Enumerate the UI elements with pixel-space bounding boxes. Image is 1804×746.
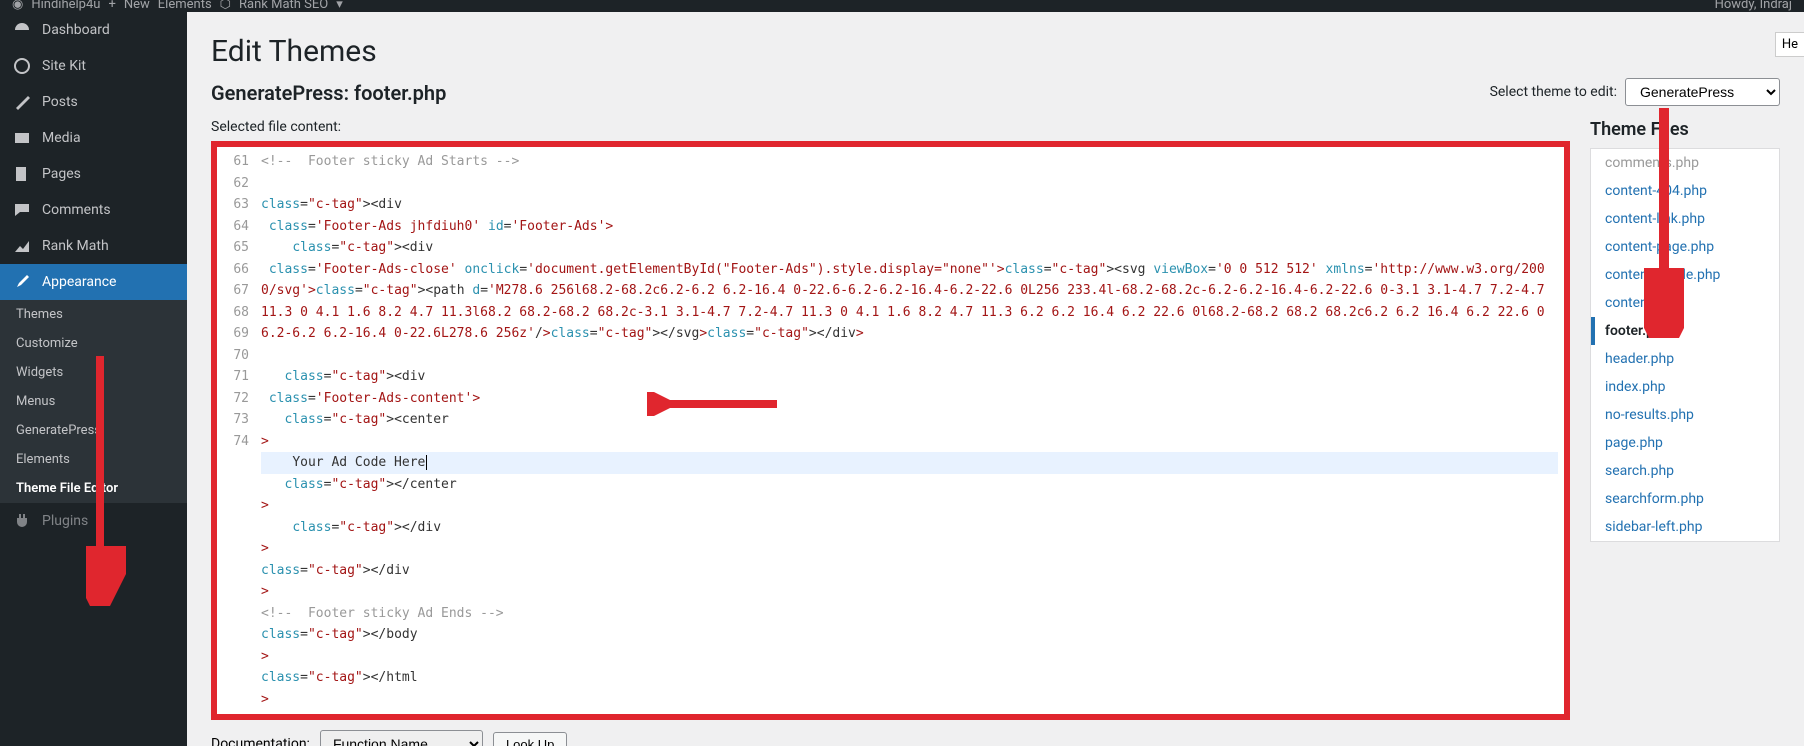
theme-file-item[interactable]: footer.php	[1591, 317, 1779, 345]
media-icon	[12, 128, 32, 148]
annotation-arrow-code	[647, 392, 787, 416]
help-tab[interactable]: He	[1775, 32, 1804, 57]
theme-files-title: Theme Files	[1590, 119, 1780, 140]
sidebar-item-pages[interactable]: Pages	[0, 156, 187, 192]
theme-file-item[interactable]: content-404.php	[1591, 177, 1779, 205]
theme-file-item[interactable]: content.php	[1591, 289, 1779, 317]
lookup-button[interactable]: Look Up	[493, 732, 567, 746]
code-area[interactable]: <!-- Footer sticky Ad Starts --> class="…	[255, 147, 1564, 714]
theme-file-item[interactable]: content-page.php	[1591, 233, 1779, 261]
theme-file-item[interactable]: page.php	[1591, 429, 1779, 457]
theme-file-item[interactable]: content-single.php	[1591, 261, 1779, 289]
sidebar-item-rankmath[interactable]: Rank Math	[0, 228, 187, 264]
sidebar-label: Dashboard	[42, 22, 110, 38]
wp-logo-icon[interactable]: ◉	[12, 0, 23, 12]
theme-file-item[interactable]: header.php	[1591, 345, 1779, 373]
pages-icon	[12, 164, 32, 184]
plug-icon	[12, 511, 32, 531]
select-theme-label: Select theme to edit:	[1490, 84, 1617, 100]
sidebar-item-posts[interactable]: Posts	[0, 84, 187, 120]
main-content: He Edit Themes GeneratePress: footer.php…	[187, 12, 1804, 746]
theme-files-list: comments.phpcontent-404.phpcontent-link.…	[1590, 148, 1780, 542]
sidebar-item-dashboard[interactable]: Dashboard	[0, 12, 187, 48]
code-editor[interactable]: 6162636465666768697071727374 <!-- Footer…	[211, 141, 1570, 720]
pin-icon	[12, 92, 32, 112]
sidebar-label: Plugins	[42, 513, 88, 529]
annotation-arrow-sidebar	[86, 356, 126, 606]
sidebar-label: Comments	[42, 202, 111, 218]
line-numbers: 6162636465666768697071727374	[217, 147, 255, 714]
sidebar-label: Rank Math	[42, 238, 109, 254]
dropdown-icon[interactable]: ▾	[336, 0, 343, 12]
theme-file-item[interactable]: searchform.php	[1591, 485, 1779, 513]
admin-topbar: ◉ Hindihelp4u + New Elements ⬡ Rank Math…	[0, 0, 1804, 12]
elements-link[interactable]: Elements	[158, 0, 212, 12]
sidebar-label: Site Kit	[42, 58, 86, 74]
sidebar-label: Posts	[42, 94, 78, 110]
admin-sidebar: Dashboard Site Kit Posts Media Pages Com…	[0, 12, 187, 746]
sidebar-item-comments[interactable]: Comments	[0, 192, 187, 228]
documentation-select[interactable]: Function Name...	[320, 730, 483, 746]
brush-icon	[12, 272, 32, 292]
howdy-text[interactable]: Howdy, Indraj	[1715, 0, 1792, 12]
theme-file-item[interactable]: comments.php	[1591, 149, 1779, 177]
sidebar-item-media[interactable]: Media	[0, 120, 187, 156]
annotation-arrow-files	[1644, 108, 1684, 338]
content-label: Selected file content:	[211, 119, 1570, 135]
site-name[interactable]: Hindihelp4u	[31, 0, 100, 12]
theme-file-item[interactable]: no-results.php	[1591, 401, 1779, 429]
theme-file-item[interactable]: sidebar-left.php	[1591, 513, 1779, 541]
gauge-icon	[12, 20, 32, 40]
sidebar-sub-themes[interactable]: Themes	[0, 300, 187, 329]
sidebar-label: Media	[42, 130, 81, 146]
google-icon	[12, 56, 32, 76]
documentation-label: Documentation:	[211, 736, 310, 746]
theme-file-item[interactable]: index.php	[1591, 373, 1779, 401]
rankmath-icon[interactable]: ⬡	[220, 0, 231, 12]
sidebar-label: Pages	[42, 166, 81, 182]
sidebar-item-appearance[interactable]: Appearance	[0, 264, 187, 300]
chart-icon	[12, 236, 32, 256]
page-title: Edit Themes	[211, 34, 1780, 69]
theme-file-item[interactable]: search.php	[1591, 457, 1779, 485]
theme-file-item[interactable]: content-link.php	[1591, 205, 1779, 233]
sidebar-item-sitekit[interactable]: Site Kit	[0, 48, 187, 84]
comment-icon	[12, 200, 32, 220]
new-link[interactable]: New	[124, 0, 150, 12]
rankmath-link[interactable]: Rank Math SEO	[239, 0, 328, 12]
plus-icon[interactable]: +	[108, 0, 115, 12]
select-theme-dropdown[interactable]: GeneratePress	[1625, 78, 1780, 106]
sidebar-sub-customize[interactable]: Customize	[0, 329, 187, 358]
sidebar-label: Appearance	[42, 274, 116, 290]
